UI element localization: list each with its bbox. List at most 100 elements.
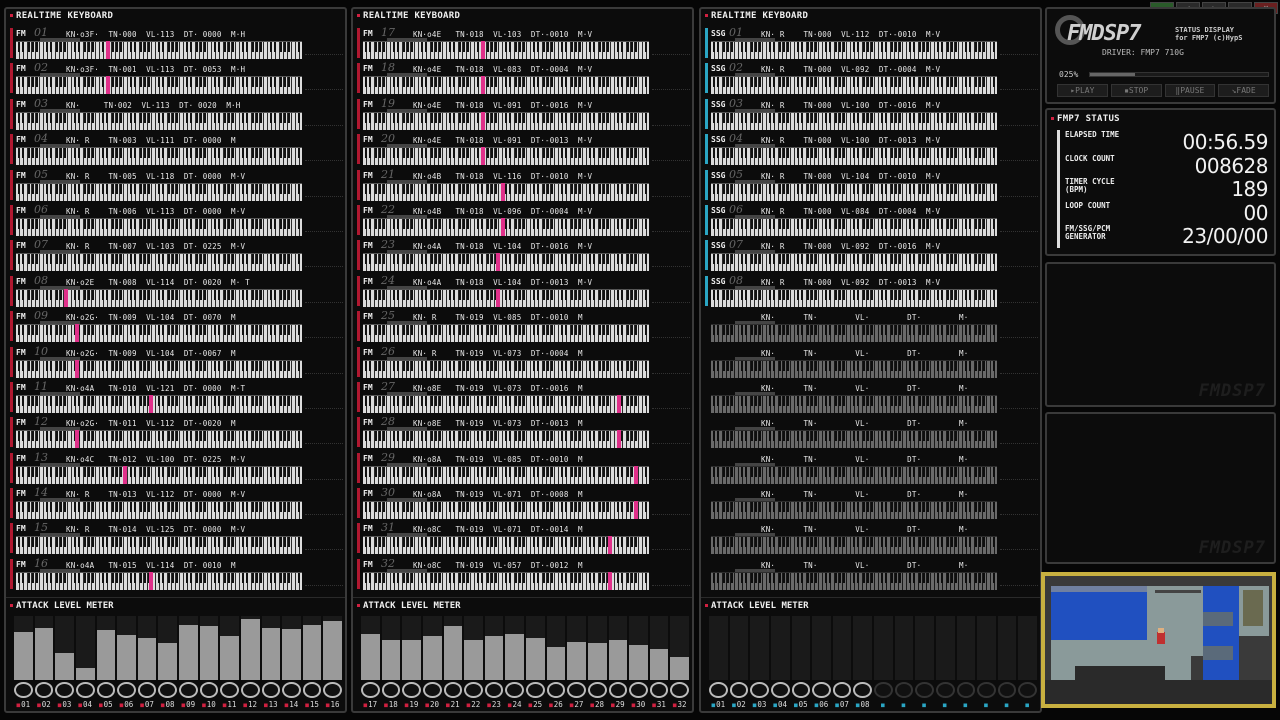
channel-row[interactable]: FM 23 KN·o4A TN·018 VL·104 DT·-0016 M·V [357,237,692,272]
channel-mute-knob[interactable] [935,682,955,698]
piano-keyboard[interactable] [711,430,997,449]
channel-mute-knob[interactable] [220,682,239,698]
piano-keyboard[interactable] [363,41,649,59]
piano-keyboard[interactable] [363,394,649,413]
channel-mute-knob[interactable] [505,682,524,698]
piano-keyboard[interactable] [16,217,302,236]
piano-keyboard[interactable] [16,288,302,307]
channel-mute-knob[interactable] [526,682,545,698]
channel-row[interactable]: SSG 06 KN· R TN·000 VL·084 DT·-0004 M·V [705,202,1040,237]
channel-row[interactable]: FM 03 KN· TN·002 VL·113 DT· 0020 M·H [10,96,345,131]
channel-row[interactable]: FM 30 KN·o8A TN·019 VL·071 DT·-0008 M [357,485,692,520]
channel-mute-knob[interactable] [117,682,136,698]
channel-mute-knob[interactable] [484,682,504,698]
channel-row[interactable]: FM 20 KN·o4E TN·018 VL·091 DT·-0013 M·V [357,131,692,166]
channel-mute-knob[interactable] [729,682,749,698]
piano-keyboard[interactable] [711,324,997,343]
channel-row[interactable]: FM 18 KN·o4E TN·018 VL·083 DT·-0004 M·V [357,60,692,95]
piano-keyboard[interactable] [363,217,649,236]
channel-row[interactable]: KN· TN· VL· DT· M· [705,344,1040,379]
channel-mute-knob[interactable] [96,682,116,698]
channel-row[interactable]: SSG 03 KN· R TN·000 VL·100 DT·-0016 M·V [705,96,1040,131]
piano-keyboard[interactable] [363,501,649,520]
channel-mute-knob[interactable] [179,682,198,698]
channel-mute-knob[interactable] [567,682,586,698]
channel-row[interactable]: FM 31 KN·o8C TN·019 VL·071 DT·-0014 M [357,520,692,555]
piano-keyboard[interactable] [363,359,649,378]
channel-row[interactable]: SSG 01 KN· R TN·000 VL·112 DT·-0010 M·V [705,25,1040,60]
channel-mute-knob[interactable] [75,682,95,698]
channel-row[interactable]: FM 21 KN·o4B TN·018 VL·116 DT·-0010 M·V [357,167,692,202]
piano-keyboard[interactable] [711,501,997,520]
channel-row[interactable]: FM 01 KN·o3F· TN·000 VL·113 DT· 0000 M·H [10,25,345,60]
channel-row[interactable]: SSG 02 KN· R TN·000 VL·092 DT·-0004 M·V [705,60,1040,95]
channel-row[interactable]: KN· TN· VL· DT· M· [705,556,1040,591]
piano-keyboard[interactable] [16,430,302,449]
piano-keyboard[interactable] [16,182,302,201]
channel-row[interactable]: FM 14 KN· R TN·013 VL·112 DT· 0000 M·V [10,485,345,520]
progress-bar[interactable] [1089,72,1269,77]
piano-keyboard[interactable] [711,217,997,236]
channel-mute-knob[interactable] [137,682,157,698]
channel-mute-knob[interactable] [812,682,831,698]
piano-keyboard[interactable] [711,394,997,413]
channel-mute-knob[interactable] [629,682,648,698]
piano-keyboard[interactable] [16,324,302,343]
channel-mute-knob[interactable] [55,682,74,698]
channel-mute-knob[interactable] [422,682,442,698]
piano-keyboard[interactable] [363,288,649,307]
piano-keyboard[interactable] [16,501,302,520]
channel-mute-knob[interactable] [649,682,669,698]
piano-keyboard[interactable] [363,76,649,95]
channel-row[interactable]: FM 24 KN·o4A TN·018 VL·104 DT·-0013 M·V [357,273,692,308]
channel-mute-knob[interactable] [956,682,976,698]
channel-mute-knob[interactable] [1018,682,1037,698]
channel-row[interactable]: SSG 07 KN· R TN·000 VL·092 DT·-0016 M·V [705,237,1040,272]
channel-row[interactable]: FM 12 KN·o2G· TN·011 VL·112 DT·-0020 M [10,414,345,449]
pause-button[interactable]: ‖PAUSE [1164,84,1216,97]
channel-row[interactable]: FM 17 KN·o4E TN·018 VL·103 DT·-0010 M·V [357,25,692,60]
channel-row[interactable]: FM 26 KN· R TN·019 VL·073 DT·-0004 M [357,344,692,379]
channel-row[interactable]: FM 13 KN·o4C TN·012 VL·100 DT· 0225 M·V [10,450,345,485]
piano-keyboard[interactable] [711,182,997,201]
channel-row[interactable]: SSG 05 KN· R TN·000 VL·104 DT·-0010 M·V [705,167,1040,202]
channel-mute-knob[interactable] [587,682,607,698]
channel-mute-knob[interactable] [915,682,934,698]
channel-mute-knob[interactable] [34,682,54,698]
channel-row[interactable]: KN· TN· VL· DT· M· [705,450,1040,485]
piano-keyboard[interactable] [16,571,302,590]
channel-row[interactable]: SSG 08 KN· R TN·000 VL·092 DT·-0013 M·V [705,273,1040,308]
channel-mute-knob[interactable] [282,682,301,698]
channel-mute-knob[interactable] [323,682,342,698]
channel-row[interactable]: FM 29 KN·o8A TN·019 VL·085 DT·-0010 M [357,450,692,485]
channel-row[interactable]: FM 32 KN·o8C TN·019 VL·057 DT·-0012 M [357,556,692,591]
channel-row[interactable]: FM 25 KN· R TN·019 VL·085 DT·-0010 M [357,308,692,343]
channel-row[interactable]: SSG 04 KN· R TN·000 VL·100 DT·-0013 M·V [705,131,1040,166]
stop-button[interactable]: ▪STOP [1110,84,1162,97]
channel-mute-knob[interactable] [997,682,1017,698]
channel-row[interactable]: FM 11 KN·o4A TN·010 VL·121 DT· 0000 M·T [10,379,345,414]
piano-keyboard[interactable] [711,465,997,484]
channel-row[interactable]: FM 10 KN·o2G· TN·009 VL·104 DT·-0067 M [10,344,345,379]
channel-row[interactable]: FM 04 KN· R TN·003 VL·111 DT· 0000 M [10,131,345,166]
channel-row[interactable]: KN· TN· VL· DT· M· [705,308,1040,343]
channel-mute-knob[interactable] [199,682,219,698]
channel-row[interactable]: FM 06 KN· R TN·006 VL·113 DT· 0000 M·V [10,202,345,237]
channel-mute-knob[interactable] [791,682,811,698]
piano-keyboard[interactable] [363,571,649,590]
channel-mute-knob[interactable] [977,682,996,698]
piano-keyboard[interactable] [363,430,649,449]
channel-mute-knob[interactable] [546,682,566,698]
channel-row[interactable]: FM 27 KN·o8E TN·019 VL·073 DT·-0016 M [357,379,692,414]
channel-mute-knob[interactable] [14,682,33,698]
channel-row[interactable]: FM 09 KN·o2G· TN·009 VL·104 DT· 0070 M [10,308,345,343]
channel-mute-knob[interactable] [894,682,914,698]
channel-mute-knob[interactable] [302,682,322,698]
play-button[interactable]: ▸PLAY [1057,84,1108,97]
channel-row[interactable]: FM 08 KN·o2E TN·008 VL·114 DT· 0020 M· T [10,273,345,308]
piano-keyboard[interactable] [16,394,302,413]
piano-keyboard[interactable] [363,465,649,484]
channel-mute-knob[interactable] [464,682,483,698]
channel-row[interactable]: FM 16 KN·o4A TN·015 VL·114 DT· 0010 M [10,556,345,591]
piano-keyboard[interactable] [711,536,997,555]
